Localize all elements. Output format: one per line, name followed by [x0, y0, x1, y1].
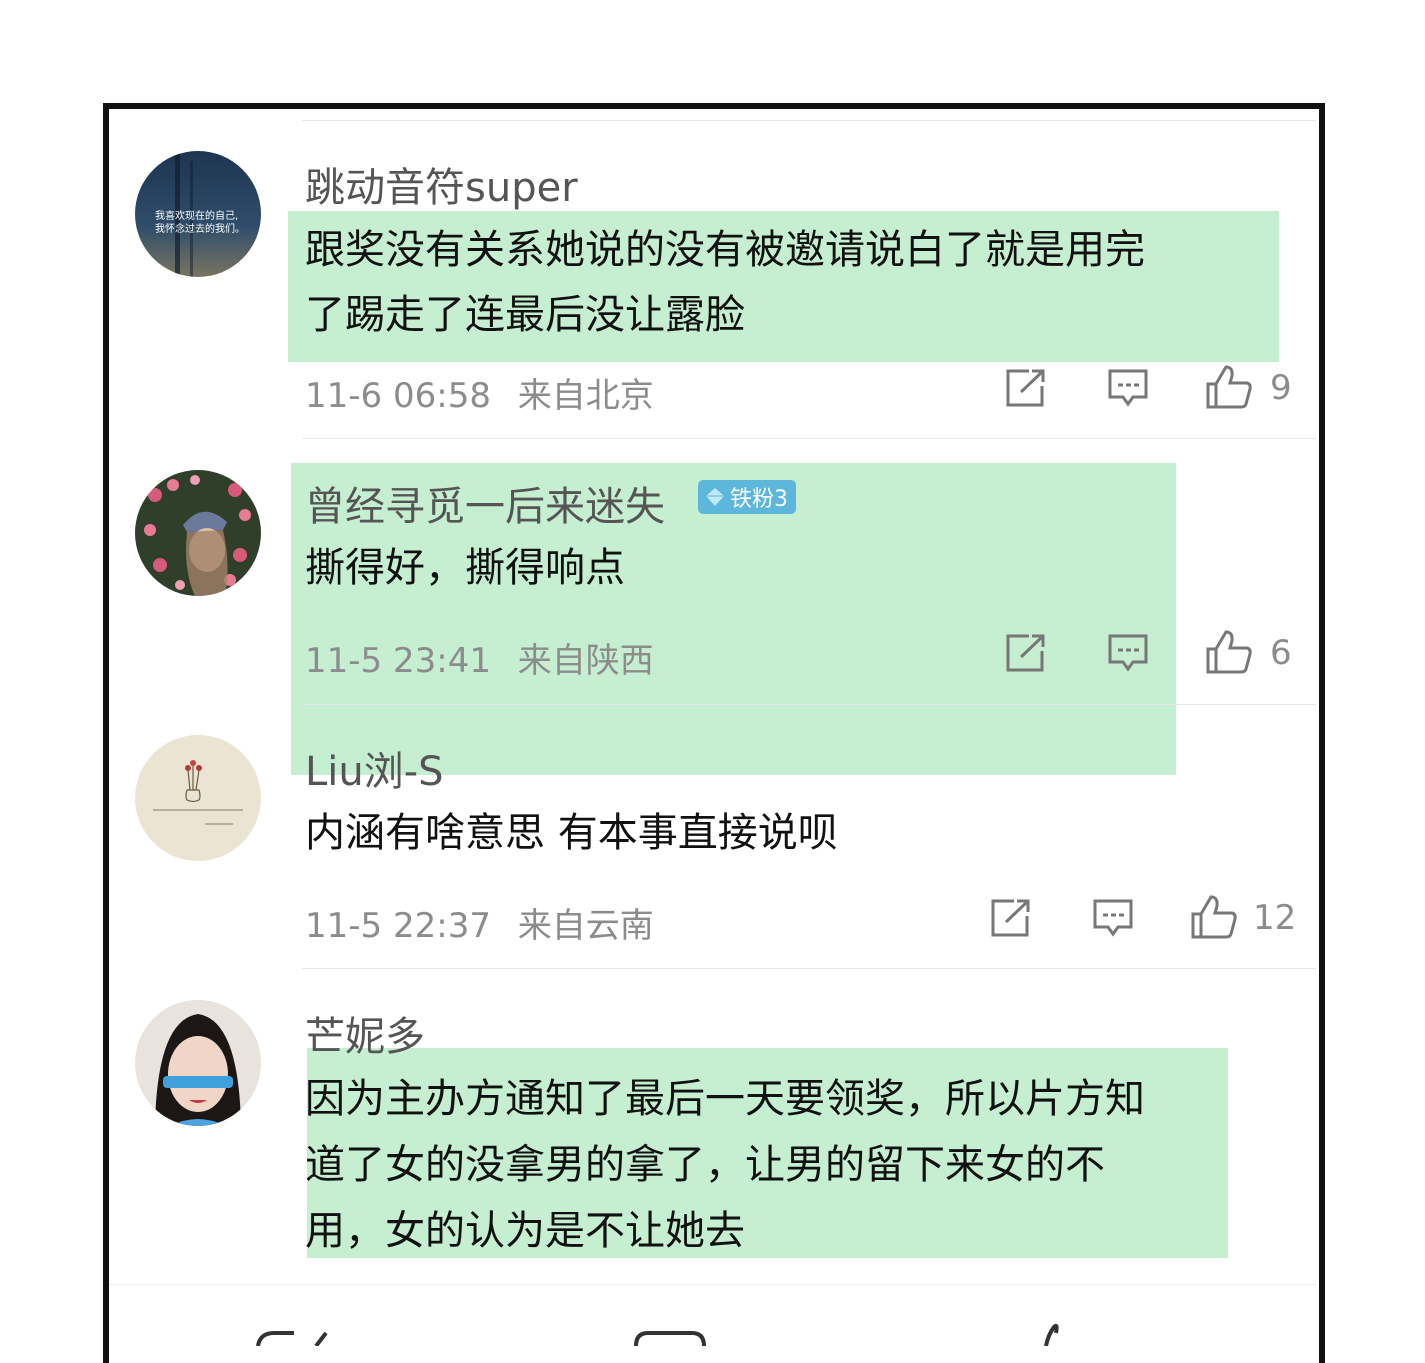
- share-icon[interactable]: [1005, 633, 1047, 673]
- comment-username[interactable]: Liu浏-S: [305, 739, 444, 797]
- comment-icon[interactable]: [1107, 368, 1149, 408]
- comment-time: 11-6 06:58: [305, 376, 491, 416]
- comment-text-line: 跟奖没有关系她说的没有被邀请说白了就是用完: [305, 227, 1145, 273]
- share-icon[interactable]: [1005, 368, 1047, 408]
- like-count: 6: [1270, 633, 1292, 673]
- separator: [302, 704, 1316, 705]
- comment-location: 来自云南: [517, 906, 654, 946]
- comment-text-line: 道了女的没拿男的拿了，让男的留下来女的不: [305, 1142, 1105, 1188]
- avatar[interactable]: 我喜欢现在的自己, 我怀念过去的我们。: [135, 151, 261, 277]
- comment-username[interactable]: 芒妮多: [305, 1004, 425, 1062]
- like-count: 12: [1253, 898, 1297, 938]
- like-count: 9: [1270, 368, 1292, 408]
- repost-icon[interactable]: [254, 1329, 334, 1346]
- comment-bar-icon[interactable]: [632, 1329, 712, 1346]
- bottom-toolbar: [109, 1284, 1316, 1346]
- separator: [302, 120, 1316, 121]
- comment-username[interactable]: 跳动音符super: [305, 155, 578, 213]
- like-icon[interactable]: [1205, 629, 1253, 675]
- like-bar-icon[interactable]: [1034, 1321, 1064, 1346]
- comment-icon[interactable]: [1107, 633, 1149, 673]
- like-icon[interactable]: [1205, 364, 1253, 410]
- avatar-caption: 我怀念过去的我们。: [155, 222, 245, 235]
- avatar[interactable]: [135, 1000, 261, 1126]
- comment-username[interactable]: 曾经寻觅一后来迷失: [305, 474, 665, 532]
- avatar-caption: 我喜欢现在的自己,: [155, 209, 238, 222]
- separator: [302, 968, 1316, 969]
- comment-icon[interactable]: [1092, 898, 1134, 938]
- fan-badge-label: 铁粉3: [730, 487, 788, 512]
- like-icon[interactable]: [1190, 894, 1238, 940]
- comment-meta: 11-5 22:37 来自云南: [305, 898, 654, 947]
- comment-time: 11-5 22:37: [305, 906, 491, 946]
- comment-time: 11-5 23:41: [305, 641, 491, 681]
- comment-meta: 11-5 23:41 来自陕西: [305, 633, 654, 682]
- avatar[interactable]: [135, 735, 261, 861]
- comment-location: 来自北京: [517, 376, 654, 416]
- comment-text-line: 用，女的认为是不让她去: [305, 1208, 745, 1254]
- comment-location: 来自陕西: [517, 641, 654, 681]
- comment-text-line: 了踢走了连最后没让露脸: [305, 292, 745, 338]
- comment-text-line: 内涵有啥意思 有本事直接说呗: [305, 810, 838, 856]
- comment-text-line: 因为主办方通知了最后一天要领奖，所以片方知: [305, 1076, 1145, 1122]
- diamond-icon: [706, 488, 724, 506]
- comment-meta: 11-6 06:58 来自北京: [305, 368, 654, 417]
- comment-text-line: 撕得好，撕得响点: [305, 545, 625, 591]
- share-icon[interactable]: [990, 898, 1032, 938]
- fan-badge: 铁粉3: [698, 480, 796, 514]
- avatar[interactable]: [135, 470, 261, 596]
- separator: [302, 438, 1316, 439]
